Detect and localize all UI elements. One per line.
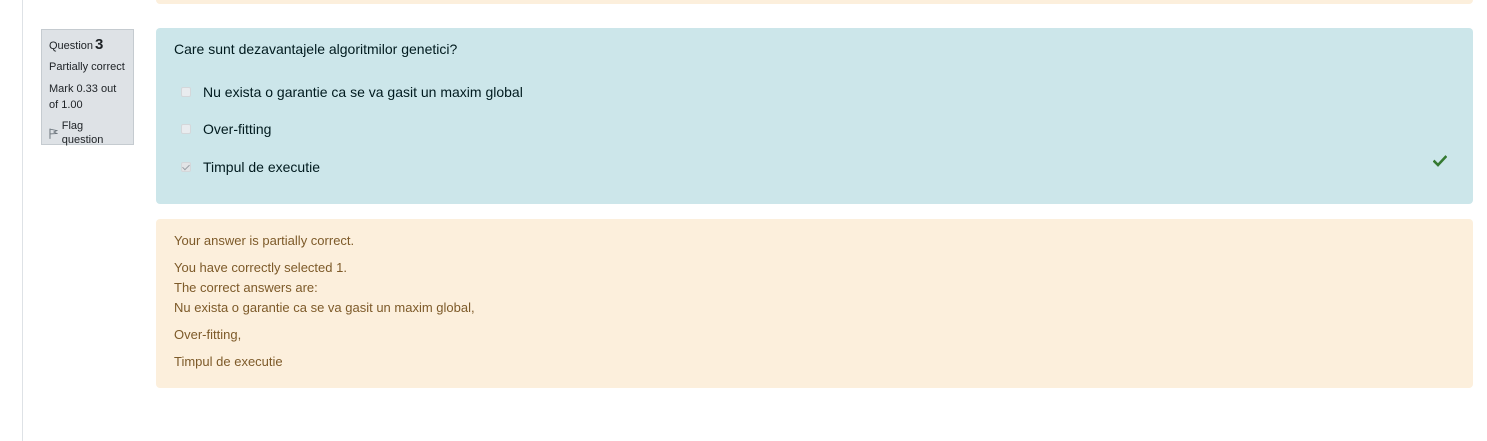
answer-checkbox-3[interactable] xyxy=(181,162,191,172)
answer-option-1[interactable]: Nu exista o garantie ca se va gasit un m… xyxy=(181,84,523,100)
answer-checkbox-2[interactable] xyxy=(181,124,191,134)
correct-answer-item: Timpul de executie xyxy=(174,354,283,369)
answer-label-2: Over-fitting xyxy=(203,121,272,137)
answer-checkbox-1[interactable] xyxy=(181,87,191,97)
question-state: Partially correct xyxy=(49,61,125,73)
question-text: Care sunt dezavantajele algoritmilor gen… xyxy=(174,41,458,57)
previous-question-feedback-edge xyxy=(156,0,1473,4)
question-number-value: 3 xyxy=(95,36,104,53)
answer-option-2[interactable]: Over-fitting xyxy=(181,121,271,137)
check-icon xyxy=(1433,155,1447,167)
correct-answer-item: Nu exista o garantie ca se va gasit un m… xyxy=(174,300,475,315)
correct-answer-item: Over-fitting, xyxy=(174,327,242,342)
flag-question-link[interactable]: Flag question xyxy=(49,119,126,147)
feedback-summary: Your answer is partially correct. xyxy=(174,233,355,248)
flag-icon xyxy=(49,128,58,139)
page-left-divider xyxy=(22,0,23,441)
answer-option-3[interactable]: Timpul de executie xyxy=(181,159,320,175)
question-feedback: Your answer is partially correct. You ha… xyxy=(156,219,1473,388)
flag-question-label: Flag question xyxy=(61,120,104,146)
answer-label-3: Timpul de executie xyxy=(203,159,320,175)
question-formulation: Care sunt dezavantajele algoritmilor gen… xyxy=(156,28,1473,204)
question-grade: Mark 0.33 out of 1.00 xyxy=(49,83,117,111)
feedback-selected: You have correctly selected 1. xyxy=(174,260,347,275)
question-label: Question xyxy=(49,40,94,52)
question-info-panel: Question 3 Partially correct Mark 0.33 ou… xyxy=(41,29,134,147)
question-number: Question 3 xyxy=(49,37,126,54)
answer-label-1: Nu exista o garantie ca se va gasit un m… xyxy=(203,84,523,100)
feedback-answers-intro: The correct answers are: xyxy=(174,280,318,295)
